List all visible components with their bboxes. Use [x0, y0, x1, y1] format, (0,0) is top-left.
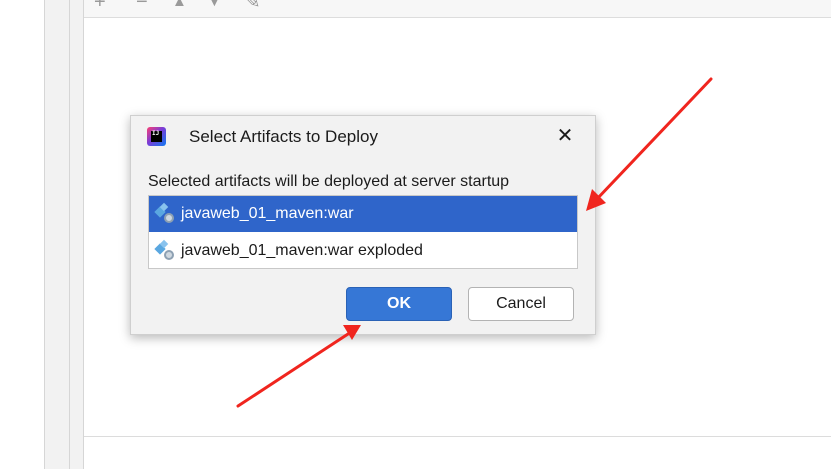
- side-strip: [44, 0, 84, 469]
- strip-divider: [69, 0, 70, 469]
- edit-icon[interactable]: ✎: [244, 0, 261, 12]
- artifact-item-war-exploded[interactable]: javaweb_01_maven:war exploded: [149, 233, 577, 269]
- artifact-list[interactable]: javaweb_01_maven:war javaweb_01_maven:wa…: [148, 195, 578, 269]
- dialog-title: Select Artifacts to Deploy: [189, 127, 378, 146]
- plus-icon[interactable]: +: [94, 0, 106, 12]
- arrow-down-icon[interactable]: ▼: [207, 0, 222, 12]
- artifact-item-war[interactable]: javaweb_01_maven:war: [149, 196, 577, 232]
- ok-button[interactable]: OK: [346, 287, 452, 321]
- cancel-button[interactable]: Cancel: [468, 287, 574, 321]
- artifact-label: javaweb_01_maven:war: [181, 205, 354, 222]
- close-icon[interactable]: ✕: [553, 124, 577, 148]
- minus-icon[interactable]: −: [136, 0, 148, 12]
- artifact-icon: [154, 202, 175, 224]
- intellij-icon: IJ: [147, 127, 166, 146]
- artifact-label: javaweb_01_maven:war exploded: [181, 242, 423, 259]
- dialog-description: Selected artifacts will be deployed at s…: [148, 173, 510, 190]
- dialog-title-bar[interactable]: IJ Select Artifacts to Deploy ✕: [131, 116, 595, 158]
- left-gutter: [0, 0, 44, 469]
- artifact-icon: [154, 239, 175, 261]
- list-toolbar: + − ▲ ▼ ✎: [84, 0, 831, 18]
- select-artifacts-dialog: IJ Select Artifacts to Deploy ✕ Selected…: [130, 115, 596, 335]
- arrow-up-icon[interactable]: ▲: [172, 0, 187, 12]
- annotation-arrow-to-list: [586, 77, 713, 211]
- annotation-arrow-to-ok: [236, 325, 361, 408]
- bottom-panel: [84, 437, 831, 469]
